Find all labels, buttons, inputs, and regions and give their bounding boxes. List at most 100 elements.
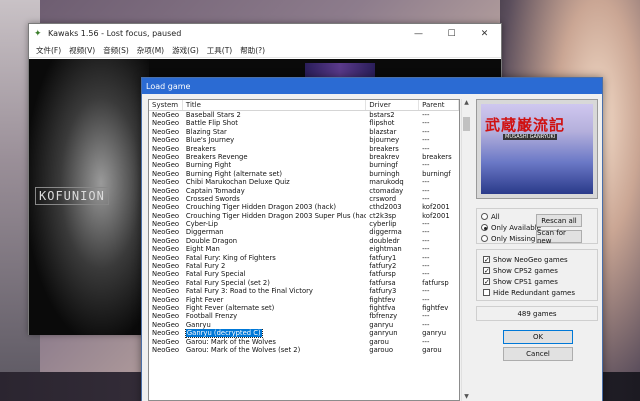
checkbox-hide-redundant[interactable]: Hide Redundant games <box>483 287 591 298</box>
game-row[interactable]: NeoGeo Crossed Swords crsword --- <box>149 195 459 203</box>
cell-system-text: NeoGeo <box>152 287 180 296</box>
game-row[interactable]: NeoGeo Ganryu (decrypted C) ganryun ganryu <box>149 329 459 338</box>
game-row[interactable]: NeoGeo Double Dragon doubledr --- <box>149 237 459 245</box>
cell-title-text: Battle Flip Shot <box>185 119 238 128</box>
column-header-parent[interactable]: Parent <box>419 100 459 110</box>
game-row[interactable]: NeoGeo Football Frenzy fbfrenzy --- <box>149 312 459 320</box>
game-row[interactable]: NeoGeo Breakers Revenge breakrev breakers <box>149 153 459 161</box>
cell-system-text: NeoGeo <box>152 236 180 245</box>
menu-file[interactable]: 文件(F) <box>32 45 65 56</box>
cell-parent-text: --- <box>422 220 430 229</box>
cell-parent-text: --- <box>422 236 430 245</box>
cell-title: Fatal Fury: King of Fighters <box>183 254 366 262</box>
minimize-button[interactable]: — <box>402 24 435 43</box>
cell-system: NeoGeo <box>149 178 183 186</box>
game-row[interactable]: NeoGeo Blazing Star blazstar --- <box>149 128 459 136</box>
close-icon: ✕ <box>480 28 489 39</box>
checkbox-show-cps2[interactable]: ✓ Show CPS2 games <box>483 265 591 276</box>
close-button[interactable]: ✕ <box>468 24 501 43</box>
game-row[interactable]: NeoGeo Burning Fight burningf --- <box>149 161 459 169</box>
game-row[interactable]: NeoGeo Fight Fever (alternate set) fightfv… <box>149 304 459 312</box>
cell-title: Garou: Mark of the Wolves (set 2) <box>183 346 366 354</box>
cell-system-text: NeoGeo <box>152 303 180 312</box>
game-row[interactable]: NeoGeo Chibi Marukochan Deluxe Quiz maruko… <box>149 178 459 186</box>
cell-system-text: NeoGeo <box>152 228 180 237</box>
game-row[interactable]: NeoGeo Baseball Stars 2 bstars2 --- <box>149 111 459 119</box>
menu-audio[interactable]: 音频(S) <box>99 45 133 56</box>
cell-title: Fight Fever (alternate set) <box>183 304 366 312</box>
scroll-up-icon[interactable]: ▲ <box>462 99 471 107</box>
cell-system: NeoGeo <box>149 245 183 253</box>
column-header-title[interactable]: Title <box>183 100 367 110</box>
cell-title: Garou: Mark of the Wolves <box>183 338 366 346</box>
checkbox-show-cps1-label: Show CPS1 games <box>493 277 558 286</box>
game-row[interactable]: NeoGeo Crouching Tiger Hidden Dragon 2003… <box>149 212 459 220</box>
menu-video[interactable]: 视频(V) <box>65 45 99 56</box>
kawaks-titlebar[interactable]: ✦ Kawaks 1.56 - Lost focus, paused — ☐ ✕ <box>29 24 501 43</box>
game-row[interactable]: NeoGeo Fight Fever fightfev --- <box>149 296 459 304</box>
game-row[interactable]: NeoGeo Ganryu ganryu --- <box>149 321 459 329</box>
menu-tools[interactable]: 工具(T) <box>203 45 236 56</box>
cell-system-text: NeoGeo <box>152 211 180 220</box>
cell-parent: --- <box>419 270 459 278</box>
cancel-button[interactable]: Cancel <box>503 347 573 361</box>
cell-parent: garou <box>419 346 459 354</box>
cell-parent-text: --- <box>422 295 430 304</box>
game-row[interactable]: NeoGeo Crouching Tiger Hidden Dragon 2003… <box>149 203 459 211</box>
column-header-system[interactable]: System <box>149 100 183 110</box>
checkbox-show-cps1[interactable]: ✓ Show CPS1 games <box>483 276 591 287</box>
game-row[interactable]: NeoGeo Breakers breakers --- <box>149 145 459 153</box>
game-row[interactable]: NeoGeo Burning Fight (alternate set) burni… <box>149 170 459 178</box>
cell-driver-text: fightfev <box>369 295 396 304</box>
cell-title: Fatal Fury Special <box>183 270 366 278</box>
cell-parent: --- <box>419 237 459 245</box>
cell-parent: --- <box>419 262 459 270</box>
dialog-titlebar[interactable]: Load game <box>142 78 602 94</box>
game-row[interactable]: NeoGeo Fatal Fury Special (set 2) fatfursa… <box>149 279 459 287</box>
game-row[interactable]: NeoGeo Blue's Journey bjourney --- <box>149 136 459 144</box>
game-row[interactable]: NeoGeo Eight Man eightman --- <box>149 245 459 253</box>
cell-title-text: Blazing Star <box>185 127 227 136</box>
cell-title-text: Crossed Swords <box>185 194 240 203</box>
cell-parent: --- <box>419 145 459 153</box>
game-row[interactable]: NeoGeo Fatal Fury Special fatfursp --- <box>149 270 459 278</box>
menu-misc[interactable]: 杂项(M) <box>133 45 168 56</box>
cell-title: Fight Fever <box>183 296 366 304</box>
cell-driver: fatfursp <box>366 270 419 278</box>
cell-driver: fatfury1 <box>366 254 419 262</box>
game-row[interactable]: NeoGeo Battle Flip Shot flipshot --- <box>149 119 459 127</box>
kawaks-menubar: 文件(F) 视频(V) 音频(S) 杂项(M) 游戏(G) 工具(T) 帮助(?… <box>29 43 501 58</box>
game-row[interactable]: NeoGeo Garou: Mark of the Wolves garou --- <box>149 338 459 346</box>
scan-for-new-button[interactable]: Scan for new <box>536 229 582 245</box>
game-row[interactable]: NeoGeo Diggerman diggerma --- <box>149 228 459 236</box>
cell-title-text: Ganryu <box>185 320 211 329</box>
cell-parent-text: breakers <box>422 152 452 161</box>
checkbox-show-cps1-box: ✓ <box>483 278 490 286</box>
cell-driver-text: burningh <box>369 169 400 178</box>
cell-title: Double Dragon <box>183 237 366 245</box>
cell-title: Ganryu (decrypted C) <box>183 329 366 338</box>
menu-game[interactable]: 游戏(G) <box>168 45 203 56</box>
maximize-button[interactable]: ☐ <box>435 24 468 43</box>
rescan-all-button[interactable]: Rescan all <box>536 214 582 227</box>
cell-system: NeoGeo <box>149 262 183 270</box>
cell-title-text: Burning Fight (alternate set) <box>185 169 283 178</box>
ok-button[interactable]: OK <box>503 330 573 344</box>
checkbox-show-neogeo[interactable]: ✓ Show NeoGeo games <box>483 254 591 265</box>
game-list-scrollbar[interactable]: ▲ ▼ <box>461 99 470 401</box>
cell-parent: kof2001 <box>419 203 459 211</box>
checkbox-show-neogeo-label: Show NeoGeo games <box>493 255 568 264</box>
scroll-down-icon[interactable]: ▼ <box>462 393 471 401</box>
game-row[interactable]: NeoGeo Fatal Fury 3: Road to the Final Vi… <box>149 287 459 295</box>
game-row[interactable]: NeoGeo Captain Tomaday ctomaday --- <box>149 187 459 195</box>
game-row[interactable]: NeoGeo Fatal Fury 2 fatfury2 --- <box>149 262 459 270</box>
scrollbar-thumb[interactable] <box>463 117 470 131</box>
game-list[interactable]: System Title Driver Parent NeoGeo Basebal… <box>148 99 460 401</box>
cell-driver: cyberlip <box>366 220 419 228</box>
column-header-driver[interactable]: Driver <box>366 100 420 110</box>
menu-help[interactable]: 帮助(?) <box>236 45 269 56</box>
game-row[interactable]: NeoGeo Fatal Fury: King of Fighters fatfur… <box>149 254 459 262</box>
game-row[interactable]: NeoGeo Cyber-Lip cyberlip --- <box>149 220 459 228</box>
cell-parent-text: fightfev <box>422 303 449 312</box>
game-row[interactable]: NeoGeo Garou: Mark of the Wolves (set 2) g… <box>149 346 459 354</box>
